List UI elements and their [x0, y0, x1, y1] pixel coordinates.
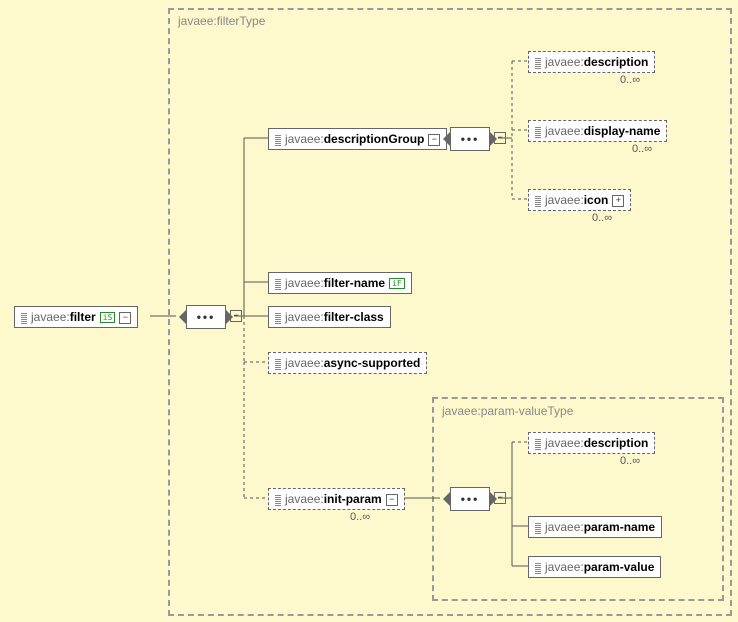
cardinality: 0..∞ — [620, 74, 640, 86]
collapse-icon[interactable]: − — [119, 312, 131, 324]
node-filter-name: javaee:filter-nameiF — [268, 272, 412, 294]
collapse-icon[interactable]: − — [494, 132, 506, 144]
collapse-icon[interactable]: − — [386, 494, 398, 506]
node-descriptionGroup: javaee:descriptionGroup− — [268, 128, 447, 150]
schema-canvas: javaee:filterType javaee:param-valueType — [0, 0, 738, 622]
sequence-descgroup: ••• — [450, 127, 490, 151]
collapse-icon[interactable]: − — [494, 492, 506, 504]
collapse-icon[interactable]: − — [428, 134, 440, 146]
cardinality: 0..∞ — [592, 212, 612, 224]
cardinality: 0..∞ — [350, 511, 370, 523]
node-filter-class: javaee:filter-class — [268, 306, 391, 328]
cardinality: 0..∞ — [620, 455, 640, 467]
node-param-name: javaee:param-name — [528, 516, 662, 538]
sequence-initparam: ••• — [450, 487, 490, 511]
sequence-main: ••• — [186, 305, 226, 329]
cardinality: 0..∞ — [632, 143, 652, 155]
node-description-1: javaee:description — [528, 51, 655, 73]
node-init-param: javaee:init-param− — [268, 488, 405, 510]
node-async-supported: javaee:async-supported — [268, 352, 427, 374]
node-param-value: javaee:param-value — [528, 556, 661, 578]
group-filterType-label: javaee:filterType — [178, 14, 265, 28]
node-display-name: javaee:display-name — [528, 120, 667, 142]
group-paramValueType-label: javaee:param-valueType — [442, 404, 573, 418]
node-icon: javaee:icon+ — [528, 189, 631, 211]
node-filter: javaee:filteriS− — [14, 306, 138, 328]
expand-icon[interactable]: + — [612, 195, 624, 207]
node-description-2: javaee:description — [528, 432, 655, 454]
collapse-icon[interactable]: − — [230, 310, 242, 322]
